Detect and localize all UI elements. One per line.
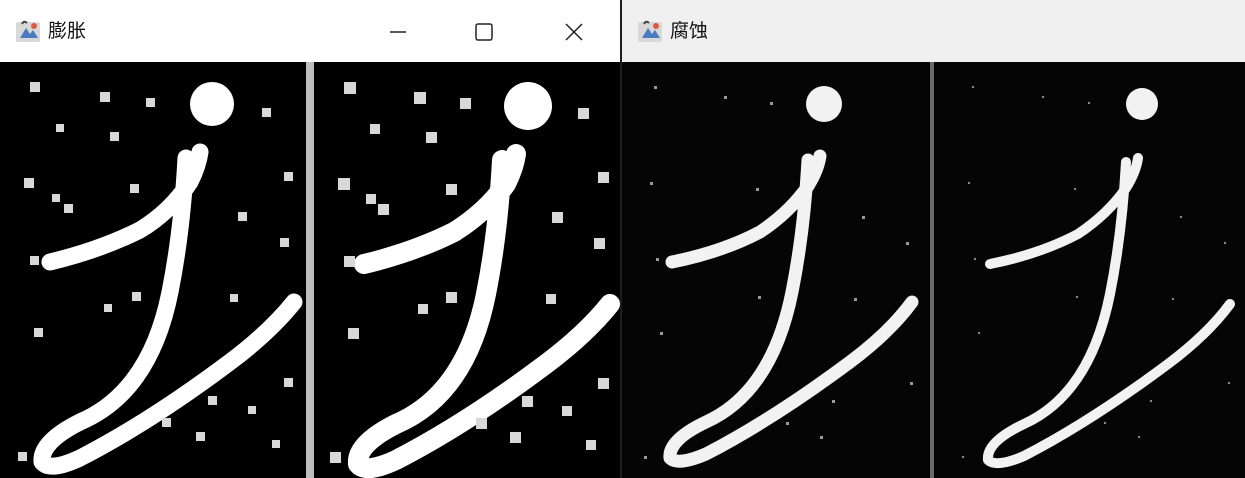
image-canvas (622, 62, 1245, 478)
minimize-icon (390, 31, 406, 33)
java-app-icon (16, 20, 40, 42)
close-button[interactable] (552, 12, 596, 52)
maximize-icon (475, 23, 493, 41)
image-canvas (0, 62, 620, 478)
close-icon (565, 23, 583, 41)
dilate-image-pair (0, 62, 620, 478)
java-app-icon (638, 20, 662, 42)
maximize-button[interactable] (462, 12, 506, 52)
titlebar[interactable]: 腐蚀 (622, 0, 1245, 62)
titlebar[interactable]: 膨胀 (0, 0, 620, 62)
window-title: 膨胀 (48, 20, 87, 42)
window-title: 腐蚀 (670, 20, 709, 42)
panel-separator (930, 62, 934, 478)
minimize-button[interactable] (376, 12, 420, 52)
panel-separator (306, 62, 314, 478)
dilate-window: 膨胀 (0, 0, 620, 478)
erode-image-pair (622, 62, 1245, 478)
erode-window: 腐蚀 (622, 0, 1245, 478)
